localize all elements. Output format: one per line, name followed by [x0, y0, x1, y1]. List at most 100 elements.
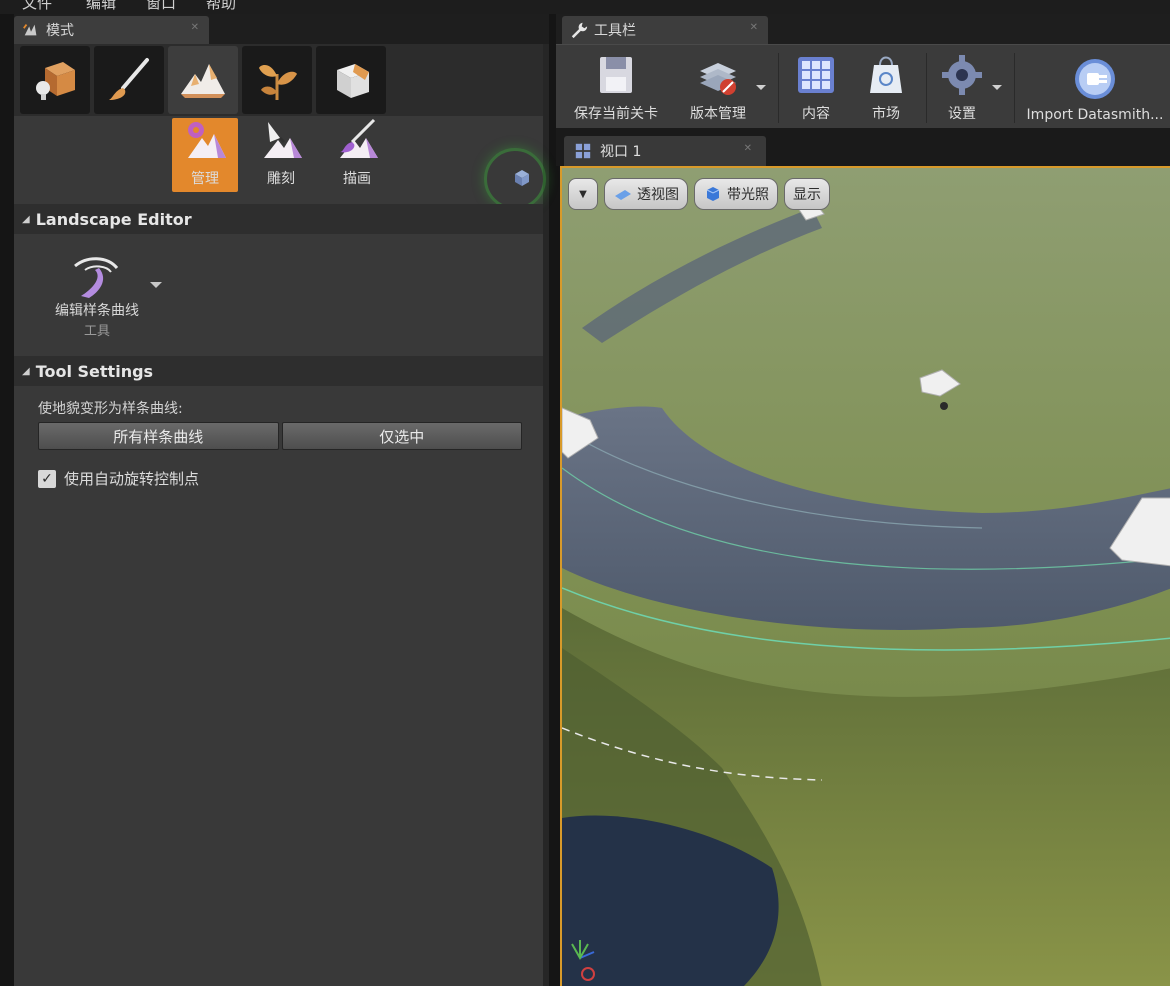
tool-settings-area: 使地貌变形为样条曲线: 所有样条曲线 仅选中 ✓ 使用自动旋转控制点	[14, 386, 543, 986]
close-icon[interactable]: ✕	[750, 22, 758, 33]
lit-mode-label: 带光照	[727, 187, 769, 203]
viewport-options-button[interactable]: ▼	[568, 178, 598, 210]
foliage-leaf-icon	[259, 65, 297, 100]
mode-geometry-button[interactable]	[316, 46, 386, 114]
floppy-disk-icon	[600, 57, 632, 93]
tool-dropdown-caret-icon[interactable]	[150, 282, 162, 288]
sculpt-mode-button[interactable]: 雕刻	[248, 118, 314, 192]
menu-edit[interactable]: 编辑	[86, 0, 116, 13]
auto-rotate-row[interactable]: ✓ 使用自动旋转控制点	[38, 468, 199, 489]
main-toolbar: 保存当前关卡 版本管理 内容 市场 设置 Import Datasmith...	[556, 44, 1170, 128]
perspective-cube-icon	[615, 190, 631, 200]
chevron-down-icon: ▼	[579, 188, 587, 200]
tab-toolbar-label: 工具栏	[594, 23, 636, 39]
tool-settings-header[interactable]: ◢ Tool Settings	[14, 356, 543, 386]
perspective-label: 透视图	[637, 187, 679, 203]
mode-foliage-button[interactable]	[242, 46, 312, 114]
sculpt-trowel-icon	[264, 122, 302, 158]
shopping-bag-icon	[870, 56, 902, 93]
level-viewport[interactable]: ▼ 透视图 带光照 显示	[560, 166, 1170, 986]
auto-rotate-checkbox[interactable]: ✓	[38, 469, 56, 488]
toolbar-separator	[778, 53, 779, 123]
lit-sphere-icon	[706, 187, 720, 201]
viewport-tab-row: 视口 1 ✕	[556, 128, 1170, 166]
paint-mode-button[interactable]: 描画	[324, 118, 390, 192]
toolbar-separator	[926, 53, 927, 123]
edit-splines-label: 编辑样条曲线	[55, 303, 139, 319]
paint-mode-label: 描画	[343, 171, 371, 187]
collapse-triangle-icon: ◢	[22, 365, 30, 377]
geometry-box-icon	[337, 64, 369, 98]
deform-button-row: 所有样条曲线 仅选中	[38, 422, 522, 450]
close-icon[interactable]: ✕	[744, 143, 752, 154]
save-level-button[interactable]: 保存当前关卡	[566, 49, 666, 127]
menu-help[interactable]: 帮助	[206, 0, 236, 13]
mode-selector-row	[14, 44, 543, 116]
toolbar-tab-row: 工具栏 ✕	[556, 14, 1170, 44]
source-control-button[interactable]: 版本管理	[680, 49, 756, 127]
viewport-toolbar: ▼ 透视图 带光照 显示	[568, 178, 830, 210]
collapse-triangle-icon: ◢	[22, 213, 30, 225]
manage-mode-label: 管理	[191, 171, 219, 187]
save-level-label: 保存当前关卡	[574, 106, 658, 122]
close-icon[interactable]: ✕	[191, 22, 199, 33]
sculpt-mode-label: 雕刻	[267, 171, 295, 187]
edit-splines-tool-button[interactable]: 编辑样条曲线 工具	[42, 254, 152, 340]
content-label: 内容	[802, 106, 830, 122]
settings-button[interactable]: 设置	[932, 49, 992, 127]
toolbar-separator	[1014, 53, 1015, 123]
modes-icon	[23, 24, 37, 36]
mode-paint-button[interactable]	[94, 46, 164, 114]
all-splines-button[interactable]: 所有样条曲线	[38, 422, 279, 450]
gear-icon	[942, 55, 982, 95]
content-grid-icon	[798, 57, 834, 93]
mode-landscape-button[interactable]	[168, 46, 238, 114]
modes-panel: 管理 雕刻 描画 ◢ Landscape Editor 编辑样条曲线 工具 ◢ …	[14, 44, 549, 986]
menu-bar: 文件 编辑 窗口 帮助	[0, 0, 1170, 14]
landscape-editor-title: Landscape Editor	[35, 209, 192, 229]
landscape-subtool-row: 管理 雕刻 描画	[14, 116, 546, 210]
settings-dropdown-icon[interactable]	[992, 85, 1002, 90]
marketplace-button[interactable]: 市场	[856, 49, 916, 127]
mode-placement-button[interactable]	[20, 46, 90, 114]
paintbrush-icon	[109, 58, 149, 100]
deform-description: 使地貌变形为样条曲线:	[38, 401, 183, 417]
tab-modes-label: 模式	[46, 23, 74, 39]
show-flags-button[interactable]: 显示	[784, 178, 830, 210]
datasmith-plug-icon	[1075, 59, 1115, 99]
tab-modes[interactable]: 模式 ✕	[14, 16, 209, 44]
marketplace-label: 市场	[872, 106, 900, 122]
tab-toolbar[interactable]: 工具栏 ✕	[562, 16, 768, 44]
manage-gear-mountain-icon	[188, 122, 226, 158]
menu-file[interactable]: 文件	[22, 0, 52, 13]
wrench-icon	[571, 22, 588, 39]
tab-viewport-1[interactable]: 视口 1 ✕	[564, 136, 766, 166]
spline-curve-icon	[74, 257, 119, 298]
content-button[interactable]: 内容	[786, 49, 846, 127]
manage-mode-button[interactable]: 管理	[172, 118, 238, 192]
auto-rotate-label: 使用自动旋转控制点	[64, 470, 200, 488]
import-datasmith-label: Import Datasmith...	[1026, 107, 1164, 123]
paint-brush-mountain-icon	[340, 118, 378, 158]
tab-viewport-label: 视口 1	[600, 144, 642, 160]
tool-settings-title: Tool Settings	[35, 361, 154, 381]
lit-mode-button[interactable]: 带光照	[694, 178, 778, 210]
perspective-button[interactable]: 透视图	[604, 178, 688, 210]
menu-window[interactable]: 窗口	[146, 0, 176, 13]
placement-cube-icon	[36, 62, 75, 100]
landscape-mountain-icon	[181, 64, 225, 98]
viewport-grid-icon	[575, 143, 591, 159]
show-flags-label: 显示	[793, 187, 821, 203]
source-control-icon	[700, 63, 736, 95]
landscape-tool-area: 编辑样条曲线 工具	[14, 234, 543, 356]
settings-label: 设置	[948, 106, 976, 122]
source-control-dropdown-icon[interactable]	[756, 85, 766, 90]
import-datasmith-button[interactable]: Import Datasmith...	[1022, 49, 1168, 127]
only-selected-button[interactable]: 仅选中	[281, 422, 522, 450]
small-cube-icon[interactable]	[512, 168, 532, 188]
landscape-editor-header[interactable]: ◢ Landscape Editor	[14, 204, 543, 234]
landscape-scene	[562, 168, 1170, 986]
source-control-label: 版本管理	[690, 106, 746, 122]
edit-splines-sublabel: 工具	[83, 324, 110, 339]
modes-tab-row: 模式 ✕	[14, 14, 549, 44]
